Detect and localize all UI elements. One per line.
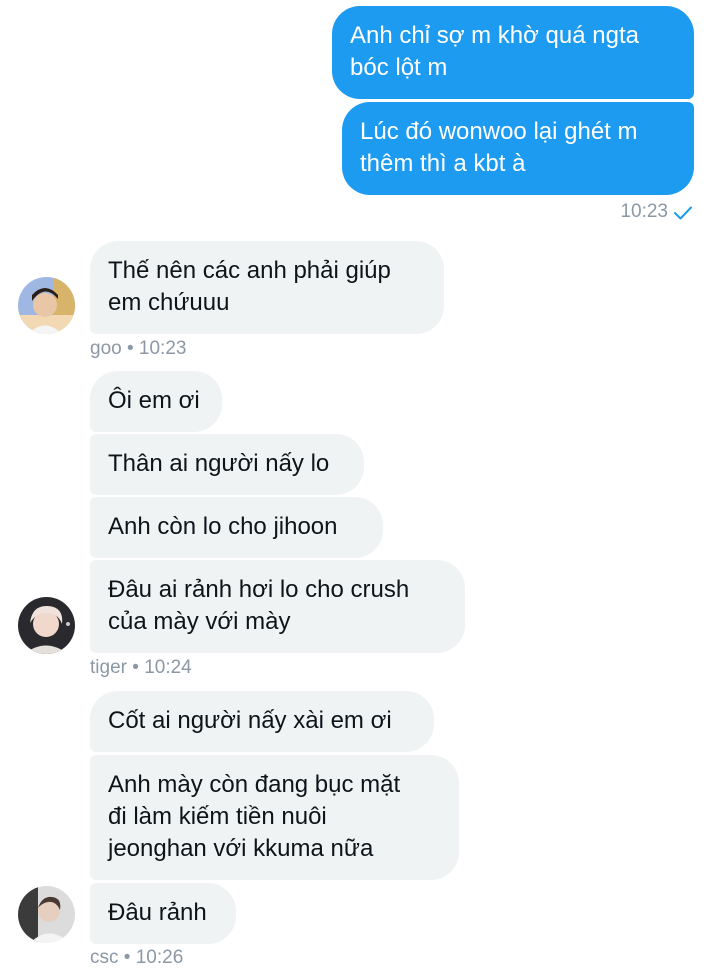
received-message[interactable]: Anh còn lo cho jihoon <box>90 497 383 558</box>
meta-separator: • <box>123 947 131 968</box>
sender-meta: csc • 10:26 <box>90 947 183 969</box>
sent-message[interactable]: Lúc đó wonwoo lại ghét m thêm thì a kbt … <box>342 102 694 195</box>
checkmark-icon <box>674 206 692 220</box>
meta-separator: • <box>132 657 139 678</box>
sender-meta: tiger • 10:24 <box>90 657 192 679</box>
avatar-tiger <box>18 597 75 654</box>
sender-name[interactable]: tiger <box>90 657 127 678</box>
received-message[interactable]: Đâu ai rảnh hơi lo cho crush của mày với… <box>90 560 465 653</box>
received-message[interactable]: Anh mày còn đang bục mặt đi làm kiếm tiề… <box>90 755 459 880</box>
avatar[interactable] <box>18 597 75 654</box>
avatar[interactable] <box>18 277 75 334</box>
message-timestamp: 10:26 <box>135 947 184 968</box>
sender-name[interactable]: csc <box>90 947 119 968</box>
sent-message[interactable]: Anh chỉ sợ m khờ quá ngta bóc lột m <box>332 6 694 99</box>
meta-separator: • <box>126 338 134 359</box>
message-timestamp: 10:23 <box>138 338 187 359</box>
sender-meta: goo • 10:23 <box>90 338 186 360</box>
message-timestamp: 10:23 <box>620 201 668 222</box>
avatar-goo <box>18 277 75 334</box>
received-message[interactable]: Đâu rảnh <box>90 883 236 944</box>
received-message[interactable]: Thân ai người nấy lo <box>90 434 364 495</box>
received-message[interactable]: Thế nên các anh phải giúp em chứuuu <box>90 241 444 334</box>
avatar-csc <box>18 886 75 943</box>
received-message[interactable]: Ôi em ơi <box>90 371 222 432</box>
avatar[interactable] <box>18 886 75 943</box>
message-timestamp: 10:24 <box>144 657 192 678</box>
received-message[interactable]: Cốt ai người nấy xài em ơi <box>90 691 434 752</box>
sender-name[interactable]: goo <box>90 338 122 359</box>
